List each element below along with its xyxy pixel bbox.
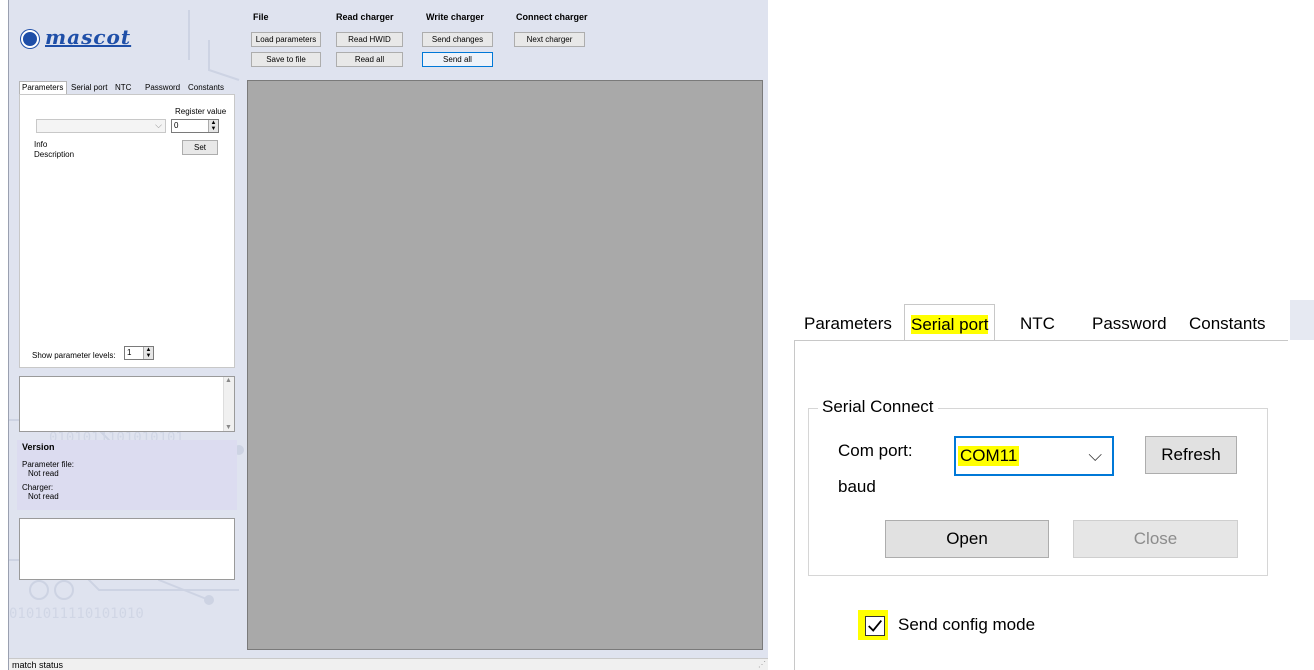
output-textbox[interactable] [19,518,235,580]
register-value-label: Register value [175,107,227,116]
serial-connect-title: Serial Connect [818,397,938,417]
zoomed-serial-panel: Parameters Serial port NTC Password Cons… [790,300,1314,670]
show-levels-label: Show parameter levels: [32,351,116,360]
send-all-button[interactable]: Send all [422,52,493,67]
version-header: Version [22,442,55,452]
charger-label: Charger: [22,483,54,492]
com-port-select[interactable]: COM11 ⌵ [954,436,1114,476]
save-to-file-button[interactable]: Save to file [251,52,321,67]
refresh-button[interactable]: Refresh [1145,436,1237,474]
log-scrollbar[interactable]: ▲ ▼ [223,377,234,431]
tab-parameters[interactable]: Parameters [19,81,67,94]
log-textbox[interactable]: ▲ ▼ [19,376,235,432]
chevron-down-icon: ⌵ [155,120,162,130]
spinner-icon[interactable]: ▲ ▼ [208,120,218,132]
status-text: match status [12,660,64,670]
zoom-tab-constants[interactable]: Constants [1183,310,1272,340]
parameters-panel: Register value ⌵ 0 ▲ ▼ Info Description S… [19,94,235,368]
send-changes-button[interactable]: Send changes [422,32,493,47]
zoom-tab-serial-port[interactable]: Serial port [904,304,996,340]
send-config-checkbox[interactable] [865,616,885,636]
chevron-down-icon: ⌵ [1088,445,1102,465]
open-button[interactable]: Open [885,520,1049,558]
show-levels-value: 1 [127,348,132,357]
file-header: File [253,12,269,22]
next-charger-button[interactable]: Next charger [514,32,585,47]
background-strip [1290,300,1314,340]
connect-charger-header: Connect charger [516,12,588,22]
zoom-tab-password[interactable]: Password [1086,310,1173,340]
charger-value: Not read [28,492,59,501]
load-parameters-button[interactable]: Load parameters [251,32,321,47]
send-config-label: Send config mode [898,615,1036,634]
parameter-file-label: Parameter file: [22,460,75,469]
zoom-tab-serial-port-label: Serial port [911,315,989,334]
logo-text: mascot [45,25,132,49]
description-label: Description [34,150,75,159]
close-button[interactable]: Close [1073,520,1238,558]
register-value-input[interactable]: 0 ▲ ▼ [171,119,219,133]
status-bar: match status ⋰ [9,658,768,670]
zoom-tab-parameters[interactable]: Parameters [798,310,898,340]
register-value-text: 0 [174,121,179,130]
read-hwid-button[interactable]: Read HWID [336,32,403,47]
checkmark-icon [868,620,882,632]
info-label: Info [34,140,48,149]
mascot-logo: mascot [19,25,149,52]
show-levels-input[interactable]: 1 ▲ ▼ [124,346,154,360]
read-charger-header: Read charger [336,12,394,22]
parameter-select[interactable]: ⌵ [36,119,166,133]
set-button[interactable]: Set [182,140,218,155]
write-charger-header: Write charger [426,12,484,22]
main-canvas [247,80,763,650]
resize-grip-icon[interactable]: ⋰ [758,659,766,670]
com-port-label: Com port: [838,441,913,460]
svg-text:0101011110101010: 0101011110101010 [9,606,144,622]
scroll-up-icon[interactable]: ▲ [225,377,232,384]
app-window: 0101011110101010 0101011101010101 mascot… [8,0,768,670]
mascot-badge-icon [21,30,39,48]
scroll-down-icon[interactable]: ▼ [225,424,232,431]
read-all-button[interactable]: Read all [336,52,403,67]
zoom-tab-ntc[interactable]: NTC [1014,310,1061,340]
parameter-file-value: Not read [28,469,59,478]
spinner-icon[interactable]: ▲ ▼ [143,347,153,359]
com-port-value: COM11 [958,446,1020,466]
baud-label: baud [838,477,876,496]
version-panel: Version Parameter file: Not read Charger… [17,440,237,510]
